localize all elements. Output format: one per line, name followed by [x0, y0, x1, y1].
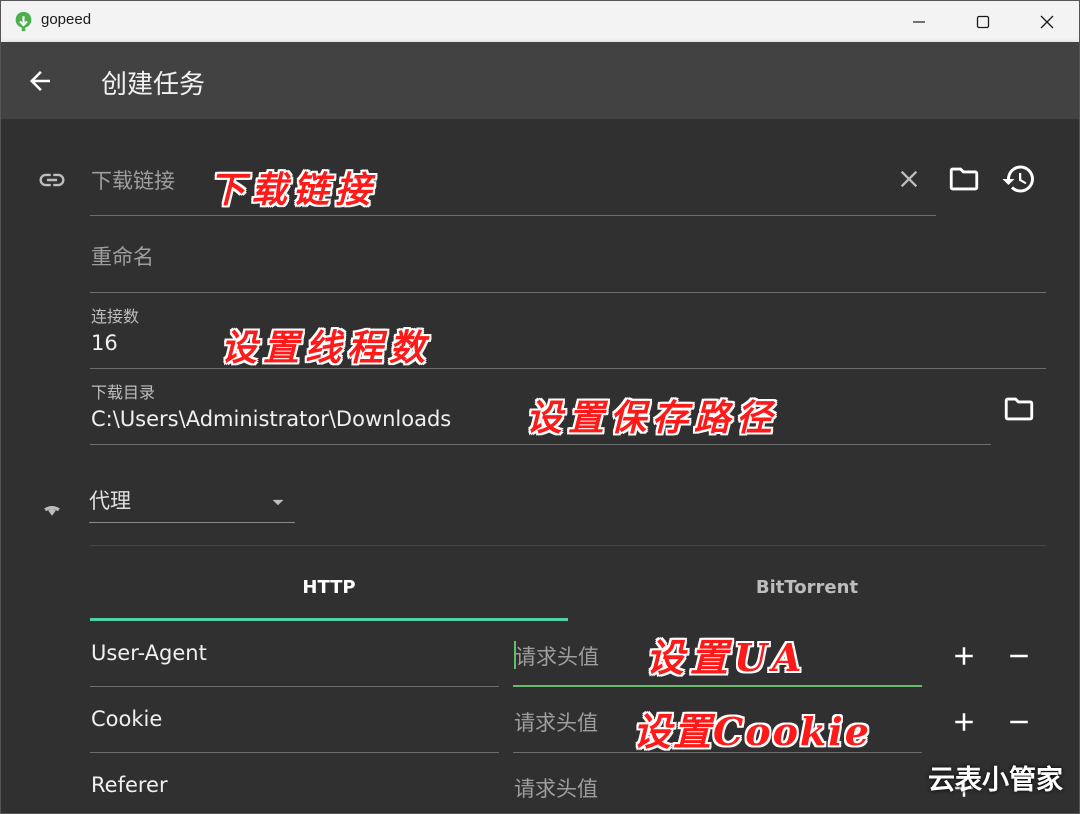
tab-indicator [90, 618, 568, 621]
title-bar: gopeed [1, 1, 1079, 42]
minus-icon [1010, 720, 1028, 724]
url-placeholder: 下载链接 [91, 169, 175, 193]
directory-label: 下载目录 [91, 383, 156, 402]
folder-icon [1004, 397, 1034, 421]
watermark: 云表小管家 [928, 765, 1063, 796]
app-bar: 创建任务 [1, 42, 1079, 119]
folder-icon [949, 167, 979, 191]
remove-header-button[interactable] [1004, 707, 1034, 737]
section-divider [90, 545, 1046, 546]
proxy-dropdown[interactable]: 代理 [89, 479, 295, 523]
maximize-button[interactable] [951, 1, 1015, 42]
tab-http-label: HTTP [302, 577, 356, 598]
minimize-icon [913, 20, 925, 23]
history-icon [1002, 165, 1034, 193]
tab-http[interactable]: HTTP [90, 559, 568, 617]
plus-icon [955, 647, 973, 665]
minus-icon [1010, 654, 1028, 658]
select-directory-button[interactable] [1002, 392, 1036, 426]
clear-icon [900, 170, 918, 188]
plus-icon [955, 713, 973, 731]
connections-value: 16 [91, 331, 118, 355]
add-header-button[interactable] [949, 641, 979, 671]
close-icon [1040, 15, 1054, 28]
header-name-underline [90, 752, 499, 753]
header-name-input[interactable]: User-Agent [90, 631, 499, 687]
proxy-underline [89, 522, 295, 523]
minimize-button[interactable] [887, 1, 951, 42]
back-arrow-icon [30, 71, 50, 91]
wifi-icon [39, 493, 65, 519]
gopeed-logo-icon [13, 11, 34, 32]
header-name-value: Referer [91, 773, 168, 797]
connections-label: 连接数 [91, 307, 140, 326]
header-name-underline [90, 686, 499, 687]
header-value-focus-underline [513, 685, 922, 687]
header-value-placeholder: 请求头值 [515, 645, 599, 669]
window-title: gopeed [41, 11, 92, 28]
maximize-icon [976, 15, 990, 28]
annotation-cookie: 设置Cookie [633, 709, 871, 754]
header-name-value: User-Agent [91, 641, 207, 665]
header-value-input[interactable]: 请求头值 [513, 763, 922, 813]
header-value-placeholder: 请求头值 [514, 711, 598, 735]
tab-bittorrent[interactable]: BitTorrent [568, 559, 1046, 617]
link-icon [37, 165, 67, 195]
annotation-threads: 设置线程数 [221, 327, 432, 369]
open-torrent-file-button[interactable] [947, 162, 981, 196]
header-name-input[interactable]: Cookie [90, 697, 499, 753]
remove-header-button[interactable] [1004, 641, 1034, 671]
rename-placeholder: 重命名 [91, 245, 154, 269]
dropdown-arrow-icon [265, 489, 291, 515]
tab-bittorrent-label: BitTorrent [755, 577, 859, 598]
directory-value: C:\Users\Administrator\Downloads [91, 407, 452, 431]
app-window: gopeed 创建任务 下载链接 下载链接 重命名 连接数 16 设置线程数 下… [0, 0, 1080, 814]
add-header-button[interactable] [949, 707, 979, 737]
close-window-button[interactable] [1015, 1, 1079, 42]
create-task-form: 下载链接 下载链接 重命名 连接数 16 设置线程数 下载目录 C:\Users… [1, 119, 1079, 813]
header-name-value: Cookie [91, 707, 163, 731]
rename-input[interactable]: 重命名 [90, 233, 1046, 293]
clear-url-button[interactable] [895, 165, 923, 193]
annotation-ua: 设置UA [646, 635, 808, 680]
header-value-placeholder: 请求头值 [514, 777, 598, 801]
directory-underline [90, 444, 991, 445]
back-button[interactable] [25, 66, 55, 96]
annotation-download-link: 下载链接 [209, 169, 378, 211]
annotation-save-path: 设置保存路径 [526, 397, 779, 439]
url-underline [90, 215, 936, 216]
header-name-input[interactable]: Referer [90, 763, 499, 813]
history-button[interactable] [1001, 161, 1037, 197]
rename-underline [90, 292, 1046, 293]
page-title: 创建任务 [101, 70, 206, 100]
proxy-label: 代理 [89, 489, 131, 513]
